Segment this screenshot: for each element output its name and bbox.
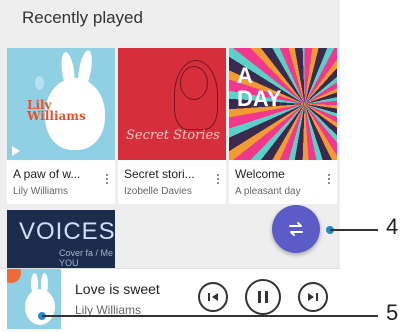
album-art: Secret Stories: [118, 48, 226, 160]
callout-number: 5: [386, 300, 399, 325]
album-card[interactable]: Secret Stories Secret stori... Izobelle …: [118, 48, 226, 204]
skip-previous-icon: [208, 293, 218, 301]
callout-line: [42, 315, 378, 317]
pause-button[interactable]: [245, 279, 281, 315]
shuffle-repeat-fab[interactable]: [272, 205, 320, 253]
art-subtitle: DAY: [237, 86, 282, 111]
pause-icon: [258, 291, 268, 303]
more-options-icon[interactable]: [214, 172, 222, 192]
art-subtitle: Cover fa / Me YOU: [59, 248, 114, 268]
app-screen: Recently played Lily Williams A paw of w…: [0, 0, 340, 332]
play-icon: [12, 146, 20, 156]
art-title: VOICES: [19, 218, 115, 245]
album-title: A paw of w...: [13, 167, 81, 181]
album-art: A DAY: [229, 48, 337, 160]
section-title: Recently played: [22, 8, 143, 27]
album-title: Welcome: [235, 167, 285, 181]
callout-number: 4: [386, 214, 399, 239]
art-title: Lily Williams: [27, 98, 86, 123]
mini-player[interactable]: Love is sweet Lily Williams: [0, 268, 340, 332]
album-artist: A pleasant day: [235, 186, 301, 197]
album-card[interactable]: A DAY Welcome A pleasant day: [229, 48, 337, 204]
art-title: Secret Stories: [126, 128, 220, 143]
skip-next-icon: [308, 293, 318, 301]
callout-line: [330, 229, 378, 231]
more-options-icon[interactable]: [325, 172, 333, 192]
now-playing-art[interactable]: [7, 269, 61, 329]
now-playing-title: Love is sweet: [75, 281, 160, 297]
album-card[interactable]: Lily Williams A paw of w... Lily William…: [7, 48, 115, 204]
previous-button[interactable]: [198, 282, 228, 312]
album-artist: Lily Williams: [13, 186, 68, 197]
next-button[interactable]: [298, 282, 328, 312]
art-title: A: [237, 63, 253, 88]
album-artist: Izobelle Davies: [124, 186, 192, 197]
album-art: Lily Williams: [7, 48, 115, 160]
more-options-icon[interactable]: [103, 172, 111, 192]
repeat-icon: [289, 222, 303, 236]
album-title: Secret stori...: [124, 167, 195, 181]
